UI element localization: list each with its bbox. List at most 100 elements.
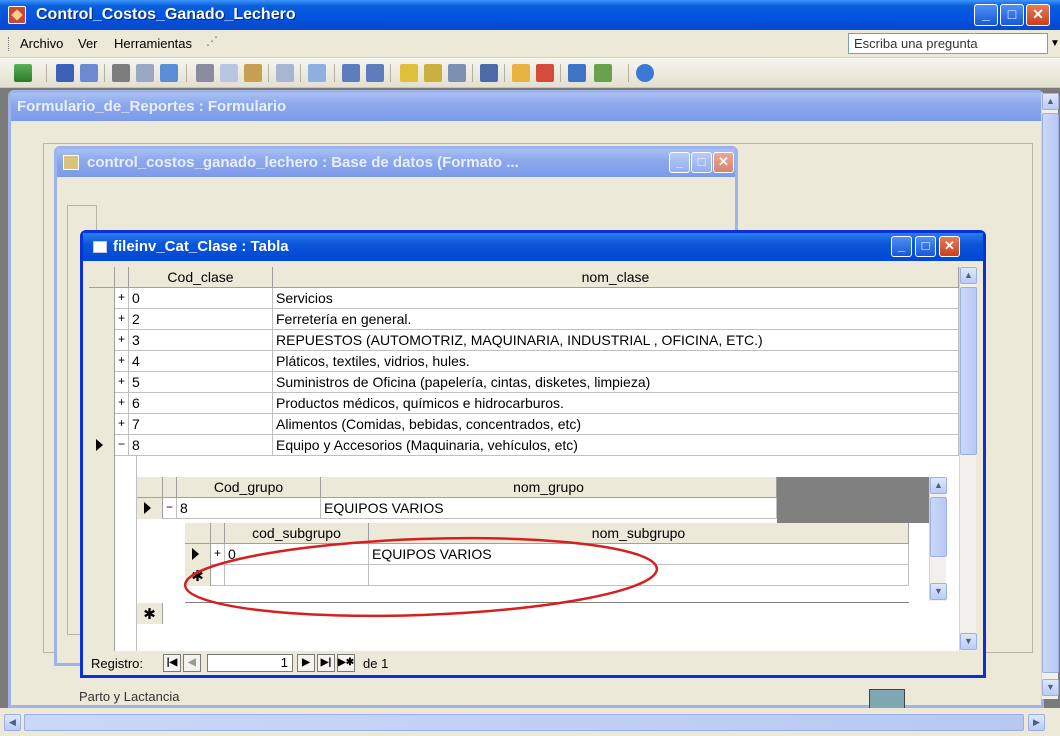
grupo-row[interactable]: − 8 EQUIPOS VARIOS <box>137 498 777 519</box>
view-icon[interactable] <box>14 64 32 82</box>
database-window-icon[interactable] <box>568 64 586 82</box>
cell-nom-clase[interactable]: Suministros de Oficina (papelería, cinta… <box>273 372 959 393</box>
expand-icon[interactable]: + <box>115 309 129 330</box>
save-icon[interactable] <box>56 64 74 82</box>
menu-overflow-icon[interactable]: ⋰ <box>206 34 218 48</box>
undo-icon[interactable] <box>276 64 294 82</box>
row-selector[interactable] <box>89 288 115 309</box>
cell-cod-clase[interactable]: 3 <box>129 330 273 351</box>
cell-nom-clase[interactable]: Equipo y Accesorios (Maquinaria, vehícul… <box>273 435 959 456</box>
cell-nom-clase[interactable]: REPUESTOS (AUTOMOTRIZ, MAQUINARIA, INDUS… <box>273 330 959 351</box>
db-close-button[interactable]: ✕ <box>713 152 734 173</box>
record-number-input[interactable]: 1 <box>207 654 293 672</box>
sub-scroll-down-button[interactable]: ▼ <box>930 583 947 600</box>
row-selector[interactable] <box>89 435 115 456</box>
sort-asc-icon[interactable] <box>342 64 360 82</box>
expand-icon[interactable]: + <box>115 330 129 351</box>
grupo-new-record-selector[interactable]: ✱ <box>137 603 163 624</box>
cell-nom-clase[interactable]: Pláticos, textiles, vidrios, hules. <box>273 351 959 372</box>
minimize-button[interactable]: _ <box>974 4 998 26</box>
filter-icon[interactable] <box>448 64 466 82</box>
expand-icon[interactable]: + <box>115 372 129 393</box>
col-header-nom-clase[interactable]: nom_clase <box>273 267 959 288</box>
cell-cod-clase[interactable]: 2 <box>129 309 273 330</box>
expand-icon[interactable]: + <box>115 414 129 435</box>
cell-nom-grupo[interactable]: EQUIPOS VARIOS <box>321 498 777 519</box>
table-row[interactable]: +0 Servicios <box>89 288 959 309</box>
spell-icon[interactable] <box>160 64 178 82</box>
col-header-cod-clase[interactable]: Cod_clase <box>129 267 273 288</box>
cut-icon[interactable] <box>196 64 214 82</box>
cell-cod-grupo[interactable]: 8 <box>177 498 321 519</box>
delete-record-icon[interactable] <box>536 64 554 82</box>
scroll-down-button[interactable]: ▼ <box>1042 679 1059 696</box>
print-icon[interactable] <box>112 64 130 82</box>
main-scroll-up-button[interactable]: ▲ <box>960 267 977 284</box>
row-selector[interactable] <box>89 372 115 393</box>
table-close-button[interactable]: ✕ <box>939 236 960 257</box>
menu-ver[interactable]: Ver <box>78 36 98 51</box>
table-row[interactable]: +5 Suministros de Oficina (papelería, cin… <box>89 372 959 393</box>
copy-icon[interactable] <box>220 64 238 82</box>
table-row[interactable]: +2 Ferretería en general. <box>89 309 959 330</box>
table-row[interactable]: −8 Equipo y Accesorios (Maquinaria, vehíc… <box>89 435 959 456</box>
cell-nom-clase[interactable]: Servicios <box>273 288 959 309</box>
maximize-button[interactable]: □ <box>1000 4 1024 26</box>
filter-form-icon[interactable] <box>424 64 442 82</box>
h-scroll-thumb[interactable] <box>24 714 1024 731</box>
table-row[interactable]: +7 Alimentos (Comidas, bebidas, concentra… <box>89 414 959 435</box>
db-maximize-button[interactable]: □ <box>691 152 712 173</box>
ask-question-input[interactable]: Escriba una pregunta <box>848 33 1048 54</box>
scroll-up-button[interactable]: ▲ <box>1042 93 1059 110</box>
main-scroll-down-button[interactable]: ▼ <box>960 633 977 650</box>
menu-archivo[interactable]: Archivo <box>20 36 63 51</box>
help-icon[interactable] <box>636 64 654 82</box>
col-header-nom-grupo[interactable]: nom_grupo <box>321 477 777 498</box>
form-vertical-scrollbar[interactable]: ▲ ▼ <box>1041 93 1059 699</box>
main-scroll-thumb[interactable] <box>960 287 977 455</box>
new-object-icon[interactable] <box>594 64 612 82</box>
row-selector[interactable] <box>89 393 115 414</box>
cell-nom-clase[interactable]: Alimentos (Comidas, bebidas, concentrado… <box>273 414 959 435</box>
expand-icon[interactable]: + <box>115 288 129 309</box>
find-icon[interactable] <box>480 64 498 82</box>
row-selector[interactable] <box>89 351 115 372</box>
table-maximize-button[interactable]: □ <box>915 236 936 257</box>
previous-record-button[interactable]: ◀ <box>183 654 201 672</box>
horizontal-scrollbar[interactable]: ◀ ▶ <box>0 708 1060 736</box>
expand-icon[interactable]: + <box>115 351 129 372</box>
cell-nom-clase[interactable]: Ferretería en general. <box>273 309 959 330</box>
new-record-icon[interactable] <box>512 64 530 82</box>
scroll-thumb[interactable] <box>1042 113 1059 673</box>
cell-cod-clase[interactable]: 4 <box>129 351 273 372</box>
table-window[interactable]: fileinv_Cat_Clase : Tabla _ □ ✕ Cod_clas… <box>80 230 986 678</box>
db-minimize-button[interactable]: _ <box>669 152 690 173</box>
close-button[interactable]: ✕ <box>1026 4 1050 26</box>
paste-icon[interactable] <box>244 64 262 82</box>
collapse-icon[interactable]: − <box>115 435 129 456</box>
cell-cod-clase[interactable]: 0 <box>129 288 273 309</box>
table-row[interactable]: +3 REPUESTOS (AUTOMOTRIZ, MAQUINARIA, IND… <box>89 330 959 351</box>
cell-cod-clase[interactable]: 5 <box>129 372 273 393</box>
sub-scroll-up-button[interactable]: ▲ <box>930 477 947 494</box>
row-selector[interactable] <box>89 330 115 351</box>
sort-desc-icon[interactable] <box>366 64 384 82</box>
col-header-cod-grupo[interactable]: Cod_grupo <box>177 477 321 498</box>
grupo-row-selector[interactable] <box>137 498 163 519</box>
cell-cod-clase[interactable]: 6 <box>129 393 273 414</box>
row-selector[interactable] <box>89 309 115 330</box>
table-row[interactable]: +4 Pláticos, textiles, vidrios, hules. <box>89 351 959 372</box>
filter-selection-icon[interactable] <box>400 64 418 82</box>
new-record-button[interactable]: ▶✱ <box>337 654 355 672</box>
table-row[interactable]: +6 Productos médicos, químicos e hidrocar… <box>89 393 959 414</box>
hyperlink-icon[interactable] <box>308 64 326 82</box>
row-selector[interactable] <box>89 414 115 435</box>
subdatasheet-scrollbar[interactable]: ▲ ▼ <box>929 477 947 601</box>
next-record-button[interactable]: ▶ <box>297 654 315 672</box>
expand-icon[interactable]: + <box>115 393 129 414</box>
cell-cod-clase[interactable]: 7 <box>129 414 273 435</box>
sub-scroll-thumb[interactable] <box>930 497 947 557</box>
cell-nom-clase[interactable]: Productos médicos, químicos e hidrocarbu… <box>273 393 959 414</box>
last-record-button[interactable]: ▶| <box>317 654 335 672</box>
first-record-button[interactable]: |◀ <box>163 654 181 672</box>
